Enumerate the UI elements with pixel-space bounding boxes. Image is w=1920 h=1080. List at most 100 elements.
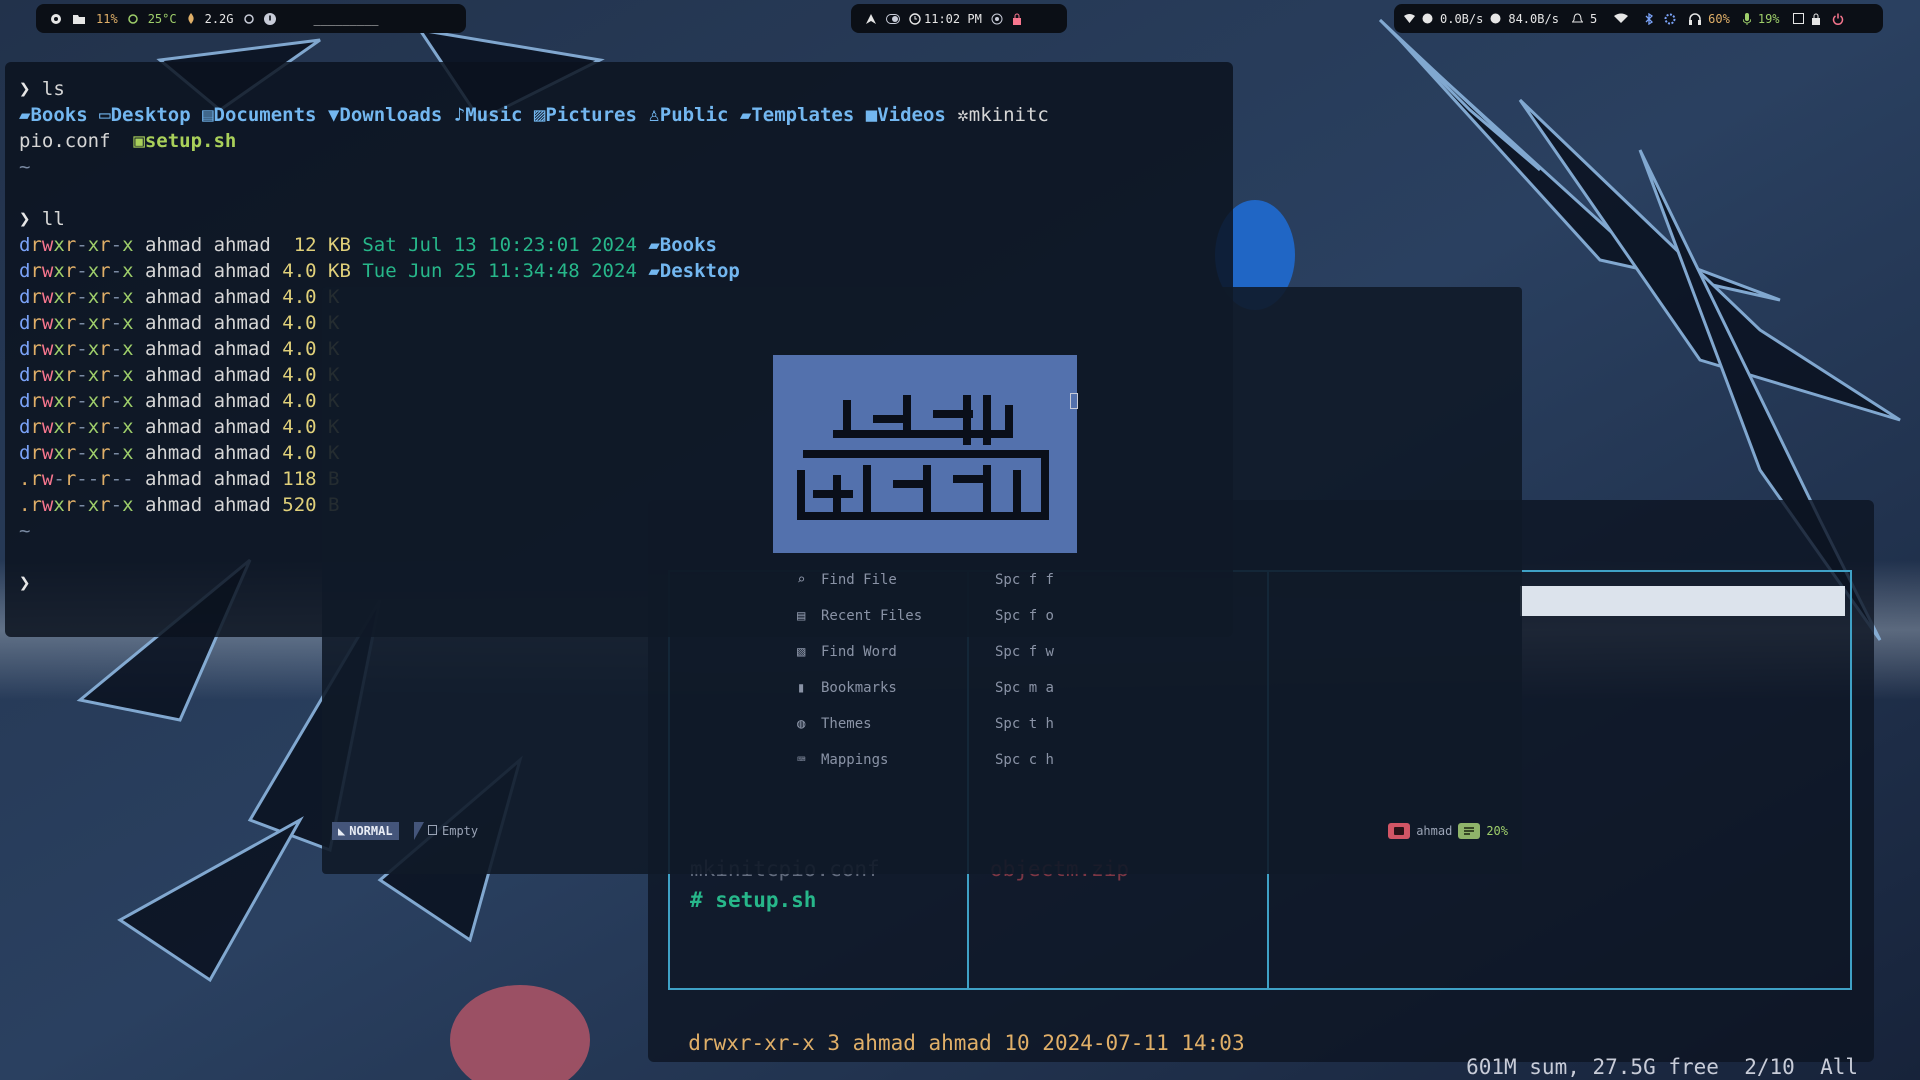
dashboard-item-label: Find File — [821, 572, 897, 588]
download-icon — [1422, 13, 1433, 24]
dashboard-item-themes[interactable]: ◍ Themes Spc t h — [797, 706, 1054, 742]
palette-icon: ◍ — [797, 716, 806, 732]
mode-indicator: ◣ NORMAL — [332, 822, 399, 840]
dashboard-item-find-word[interactable]: ▧ Find Word Spc f w — [797, 634, 1054, 670]
keyboard-icon: ⌨ — [797, 752, 806, 768]
topbar-center: 11:02 PM — [851, 4, 1067, 33]
prompt-symbol: ❯ — [19, 572, 31, 594]
terminal-line-ls: ❯ ls — [19, 76, 65, 102]
terminal-prompt-line[interactable]: ❯ — [19, 570, 30, 596]
ls-item-label: mkinitc — [968, 104, 1049, 126]
folder-icon: ▭ — [99, 104, 111, 126]
upload-icon — [1490, 13, 1501, 24]
dashboard-item-label: Mappings — [821, 752, 889, 768]
lock-screen-icon[interactable] — [1811, 13, 1821, 25]
microphone-icon[interactable] — [1742, 12, 1751, 25]
ll-row: .rwxr-xr-x ahmad ahmad 520 B — [19, 494, 340, 516]
dashboard-item-bookmarks[interactable]: ▮ Bookmarks Spc m a — [797, 670, 1054, 706]
folder-icon: ▤ — [202, 104, 214, 126]
text-cursor — [1070, 393, 1078, 409]
dashboard-item-mappings[interactable]: ⌨ Mappings Spc c h — [797, 742, 1054, 778]
power-icon[interactable] — [1832, 13, 1844, 25]
ls-item: ♙Public — [648, 104, 728, 126]
ls-output: ▰Books ▭Desktop ▤Documents ▼Downloads ♪M… — [19, 102, 1049, 128]
fm-disk-info: 601M sum, 27.5G free 2/10 All — [1466, 1055, 1858, 1079]
status-user: ahmad — [1416, 824, 1453, 838]
arch-logo-icon[interactable] — [50, 13, 62, 25]
info-icon[interactable] — [263, 12, 276, 25]
folder-icon: ♪ — [453, 104, 466, 126]
prompt-symbol: ❯ — [19, 78, 31, 100]
lines-icon — [1458, 823, 1481, 839]
ll-row: drwxr-xr-x ahmad ahmad 4.0 K — [19, 364, 340, 386]
buffer-label: Empty — [442, 824, 479, 838]
cpu-icon — [127, 13, 138, 24]
mic-level[interactable]: 19% — [1758, 12, 1780, 26]
ls-wrap-text: pio.conf — [19, 130, 111, 152]
terminal-icon: ▣ — [133, 130, 145, 152]
hash-icon: # — [690, 888, 716, 912]
ls-item: ♪Music — [454, 104, 523, 126]
text-search-icon: ▧ — [797, 644, 806, 660]
ll-row: drwxr-xr-x ahmad ahmad 4.0 K — [19, 338, 340, 360]
folder-icon: ■ — [865, 104, 878, 126]
ls-item: ▰Books — [19, 104, 88, 126]
memory-usage: 2.2G — [204, 11, 234, 26]
ls-item-label: Downloads — [339, 104, 443, 126]
keyboard-layout-icon[interactable] — [1792, 13, 1804, 24]
dashboard-item-shortcut: Spc f o — [994, 608, 1054, 624]
ls-item: ▨Pictures — [534, 104, 637, 126]
bell-icon[interactable] — [1571, 12, 1583, 25]
bookmark-icon: ▮ — [797, 680, 806, 696]
record-icon[interactable] — [991, 13, 1003, 25]
volume-level[interactable]: 60% — [1708, 12, 1730, 26]
ls-item-label: Public — [659, 104, 729, 126]
toggle-icon[interactable] — [886, 13, 900, 24]
fm-file-setup-label: setup.sh — [715, 888, 817, 912]
wifi-icon[interactable] — [1614, 13, 1629, 24]
terminal-cwd: ~ — [19, 156, 31, 178]
topbar-left: 11% 25°C 2.2G _________ — [36, 4, 466, 33]
notification-count[interactable]: 5 — [1590, 12, 1597, 26]
dashboard-item-recent-files[interactable]: ▤ Recent Files Spc f o — [797, 598, 1054, 634]
ls-item-label: Documents — [213, 104, 317, 126]
folder-icon: ▰ — [739, 104, 752, 126]
terminal-line-ll: ❯ ll — [19, 206, 65, 232]
dashboard-item-shortcut: Spc m a — [994, 680, 1054, 696]
cpu-usage: 11% — [96, 11, 118, 26]
ls-item-label: Desktop — [110, 104, 191, 126]
ls-exec-file: setup.sh — [144, 130, 237, 152]
ls-item-label: Pictures — [545, 104, 637, 126]
arabic-calligraphy-logo — [773, 355, 1077, 553]
statusline-right: ahmad 20% — [1388, 822, 1508, 840]
ll-row: drwxr-xr-x ahmad ahmad 4.0 K — [19, 286, 340, 308]
clock-time[interactable]: 11:02 PM — [924, 12, 982, 26]
buffer-name: Empty — [428, 822, 478, 840]
bluetooth-icon[interactable] — [1645, 12, 1654, 25]
headphones-icon[interactable] — [1689, 12, 1702, 25]
ls-item-label: Books — [30, 104, 88, 126]
dashboard-item-shortcut: Spc f w — [994, 644, 1054, 660]
arrow-up-icon[interactable] — [865, 13, 877, 25]
flame-icon — [187, 13, 195, 24]
ll-row: drwxr-xr-x ahmad ahmad 4.0 KB Tue Jun 25… — [19, 260, 740, 282]
folder-icon: ▨ — [533, 104, 546, 126]
search-icon: ⌕ — [797, 572, 806, 588]
dashboard-item-find-file[interactable]: ⌕ Find File Spc f f — [797, 562, 1054, 598]
dashboard-item-label: Recent Files — [821, 608, 923, 624]
dashboard-item-label: Themes — [821, 716, 872, 732]
lock-icon[interactable] — [1012, 13, 1022, 25]
workspace-indicator[interactable]: _________ — [314, 12, 379, 26]
folder-icon: ▰ — [19, 104, 31, 126]
download-speed: 0.0B/s — [1440, 11, 1484, 26]
ls-item: ▤Documents — [202, 104, 316, 126]
network-icon[interactable] — [1404, 13, 1415, 24]
vim-logo-icon: ◣ — [338, 824, 346, 838]
fm-file-setup[interactable]: # setup.sh — [690, 888, 816, 912]
folder-icon[interactable] — [72, 13, 86, 25]
folder-icon: ✲ — [957, 104, 969, 126]
ls-item: ■Videos — [866, 104, 946, 126]
ls-item: ✲mkinitc — [957, 104, 1049, 126]
ls-item-label: Music — [465, 104, 523, 126]
settings-icon[interactable] — [1664, 13, 1676, 25]
